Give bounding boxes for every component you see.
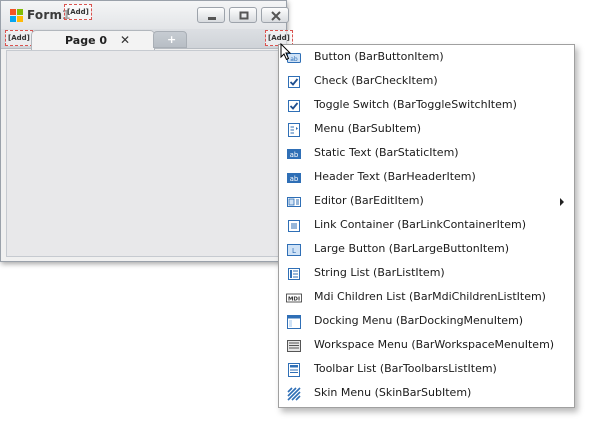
menu-item-label: Large Button (BarLargeButtonItem) (314, 242, 510, 255)
menu-item-check[interactable]: Check (BarCheckItem) (279, 70, 574, 94)
static-text-icon: ab (287, 149, 301, 159)
menu-item-skin-menu[interactable]: Skin Menu (SkinBarSubItem) (279, 382, 574, 406)
docking-menu-icon (287, 315, 301, 329)
skin-menu-icon (287, 387, 301, 401)
menu-item-editor[interactable]: Editor (BarEditItem) (279, 190, 574, 214)
menu-item-label: Static Text (BarStaticItem) (314, 146, 459, 159)
editor-icon (287, 197, 301, 207)
mouse-cursor-icon (280, 43, 292, 61)
svg-text:ab: ab (290, 151, 299, 159)
tab-page-content (6, 50, 281, 257)
string-list-icon (288, 268, 300, 280)
form-window: Form1 [Add] [Add] Page 0 ✕ + [Add] (0, 0, 293, 262)
app-icon (10, 9, 23, 22)
menu-item-label: Header Text (BarHeaderItem) (314, 170, 476, 183)
tab-label: Page 0 (65, 34, 108, 47)
menu-item-label: Check (BarCheckItem) (314, 74, 438, 87)
menu-item-label: Mdi Children List (BarMdiChildrenListIte… (314, 290, 546, 303)
menu-item-label: String List (BarListItem) (314, 266, 445, 279)
close-icon (271, 11, 281, 21)
add-marker-left[interactable]: [Add] (5, 30, 33, 46)
large-button-icon: L (287, 244, 301, 256)
submenu-arrow-icon (560, 198, 564, 206)
workspace-menu-icon (287, 340, 301, 352)
menu-item-toolbar-list[interactable]: Toolbar List (BarToolbarsListItem) (279, 358, 574, 382)
svg-text:ab: ab (290, 175, 299, 183)
mdi-list-icon: MDI (286, 293, 302, 303)
tab-close-icon[interactable]: ✕ (120, 33, 130, 47)
svg-text:L: L (292, 247, 296, 255)
menu-item-workspace-menu[interactable]: Workspace Menu (BarWorkspaceMenuItem) (279, 334, 574, 358)
add-item-menu: ab Button (BarButtonItem) Check (BarChec… (278, 44, 575, 408)
submenu-icon (288, 123, 300, 137)
menu-item-mdi-children-list[interactable]: MDI Mdi Children List (BarMdiChildrenLis… (279, 286, 574, 310)
menu-item-docking-menu[interactable]: Docking Menu (BarDockingMenuItem) (279, 310, 574, 334)
title-bar[interactable]: Form1 [Add] (1, 1, 289, 29)
menu-item-link-container[interactable]: Link Container (BarLinkContainerItem) (279, 214, 574, 238)
toolbar-list-icon (288, 363, 300, 377)
tab-page-0[interactable]: Page 0 ✕ (31, 30, 155, 51)
checkbox-icon (288, 100, 300, 112)
checkbox-icon (288, 76, 300, 88)
add-marker-title[interactable]: [Add] (64, 4, 92, 20)
minimize-button[interactable] (197, 7, 225, 23)
menu-item-label: Toolbar List (BarToolbarsListItem) (314, 362, 497, 375)
menu-item-label: Link Container (BarLinkContainerItem) (314, 218, 526, 231)
new-tab-button[interactable]: + (153, 31, 187, 48)
menu-item-static-text[interactable]: ab Static Text (BarStaticItem) (279, 142, 574, 166)
header-text-icon: ab (287, 173, 301, 183)
svg-text:MDI: MDI (288, 297, 300, 303)
link-container-icon (288, 220, 300, 232)
menu-item-toggle-switch[interactable]: Toggle Switch (BarToggleSwitchItem) (279, 94, 574, 118)
maximize-icon (239, 11, 249, 20)
menu-item-label: Skin Menu (SkinBarSubItem) (314, 386, 472, 399)
menu-item-label: Docking Menu (BarDockingMenuItem) (314, 314, 524, 327)
menu-item-menu[interactable]: Menu (BarSubItem) (279, 118, 574, 142)
minimize-icon (208, 17, 216, 20)
menu-item-large-button[interactable]: L Large Button (BarLargeButtonItem) (279, 238, 574, 262)
menu-item-header-text[interactable]: ab Header Text (BarHeaderItem) (279, 166, 574, 190)
plus-icon: + (167, 33, 177, 46)
maximize-button[interactable] (229, 7, 257, 23)
menu-item-label: Editor (BarEditItem) (314, 194, 424, 207)
menu-item-button[interactable]: ab Button (BarButtonItem) (279, 46, 574, 70)
close-button[interactable] (261, 7, 289, 23)
menu-item-label: Workspace Menu (BarWorkspaceMenuItem) (314, 338, 555, 351)
menu-item-label: Toggle Switch (BarToggleSwitchItem) (314, 98, 517, 111)
menu-item-label: Menu (BarSubItem) (314, 122, 422, 135)
menu-item-label: Button (BarButtonItem) (314, 50, 444, 63)
menu-item-string-list[interactable]: String List (BarListItem) (279, 262, 574, 286)
